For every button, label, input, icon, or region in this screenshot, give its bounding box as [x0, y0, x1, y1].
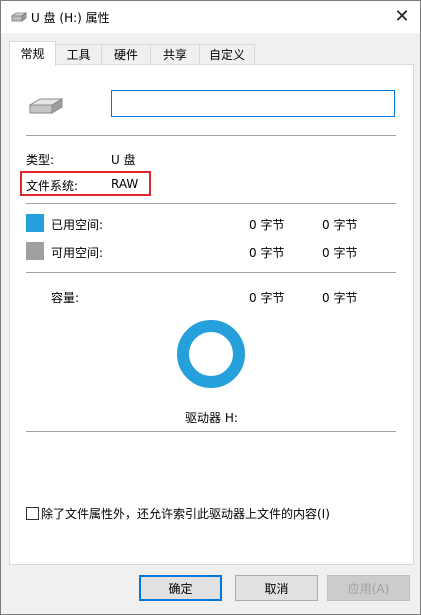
capacity-bytes: 0 字节: [249, 291, 285, 305]
apply-button[interactable]: 应用(A): [327, 575, 410, 601]
title-bar: U 盘 (H:) 属性 ✕: [1, 1, 420, 33]
used-space-label: 已用空间:: [51, 218, 104, 232]
type-label: 类型:: [26, 153, 55, 167]
free-space-size: 0 字节: [322, 246, 358, 260]
usb-drive-icon: [11, 12, 27, 22]
tab-general[interactable]: 常规: [9, 41, 56, 66]
drive-name-input[interactable]: [111, 90, 395, 117]
type-value: U 盘: [111, 153, 136, 167]
separator: [26, 203, 396, 204]
close-button[interactable]: ✕: [388, 3, 416, 29]
usb-drive-icon: [28, 98, 64, 114]
ok-button[interactable]: 确定: [139, 575, 222, 601]
capacity-size: 0 字节: [322, 291, 358, 305]
free-space-label: 可用空间:: [51, 246, 104, 260]
separator: [26, 135, 396, 136]
free-space-bytes: 0 字节: [249, 246, 285, 260]
general-tab-panel: 类型: U 盘 文件系统: RAW 已用空间: 0 字节 0 字节 可用空间: …: [9, 64, 414, 565]
free-space-swatch: [26, 242, 44, 260]
tab-hardware[interactable]: 硬件: [101, 44, 151, 65]
close-icon: ✕: [394, 5, 410, 27]
drive-letter-label: 驱动器 H:: [185, 411, 238, 425]
capacity-label: 容量:: [51, 291, 80, 305]
filesystem-label: 文件系统:: [26, 179, 79, 193]
filesystem-value: RAW: [111, 177, 139, 191]
disk-usage-donut: [177, 320, 245, 388]
allow-indexing-label[interactable]: 除了文件属性外，还允许索引此驱动器上文件的内容(I): [41, 505, 330, 522]
used-space-bytes: 0 字节: [249, 218, 285, 232]
tab-sharing[interactable]: 共享: [150, 44, 200, 65]
properties-window: U 盘 (H:) 属性 ✕ 常规 工具 硬件 共享 自定义 类型: U 盘 文件…: [0, 0, 421, 615]
allow-indexing-checkbox[interactable]: [26, 507, 39, 520]
separator: [26, 431, 396, 432]
separator: [26, 272, 396, 273]
used-space-size: 0 字节: [322, 218, 358, 232]
tab-tools[interactable]: 工具: [55, 44, 102, 65]
used-space-swatch: [26, 214, 44, 232]
tab-customize[interactable]: 自定义: [199, 44, 255, 65]
cancel-button[interactable]: 取消: [235, 575, 318, 601]
window-title: U 盘 (H:) 属性: [31, 11, 110, 25]
